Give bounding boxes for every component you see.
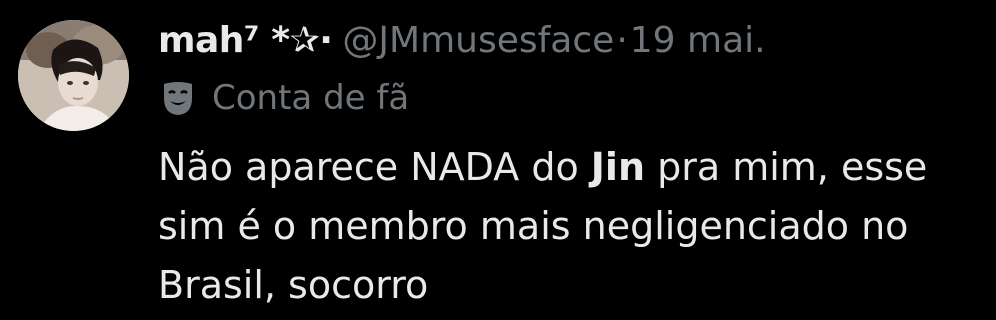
tweet-text-line-3: Brasil, socorro [158, 263, 429, 307]
tweet-text-line-1-start: Não aparece NADA do [158, 145, 591, 189]
tweet-date[interactable]: 19 mai. [630, 15, 766, 67]
tweet[interactable]: mah⁷ *✰· @JMmusesface · 19 mai. Conta de… [0, 0, 996, 320]
account-label[interactable]: Conta de fã [158, 73, 409, 123]
avatar-image [18, 20, 129, 131]
theater-mask-icon [164, 82, 192, 115]
tweet-text-line-1-end: pra mim, esse [645, 145, 928, 189]
header-separator: · [616, 20, 628, 61]
tweet-text-bold-word: Jin [590, 145, 646, 189]
account-label-text: Conta de fã [212, 78, 410, 118]
tweet-text-line-2: sim é o membro mais negligenciado no [158, 204, 909, 248]
tweet-text-line-1: Não aparece NADA do Jin pra mim, esse [158, 138, 996, 197]
author-handle[interactable]: @JMmusesface [342, 15, 614, 67]
tweet-text: Não aparece NADA do Jin pra mim, esse si… [158, 138, 996, 315]
tweet-header: mah⁷ *✰· @JMmusesface · 19 mai. [158, 15, 766, 67]
profile-avatar[interactable] [18, 20, 129, 131]
author-display-name[interactable]: mah⁷ *✰· [158, 15, 333, 67]
